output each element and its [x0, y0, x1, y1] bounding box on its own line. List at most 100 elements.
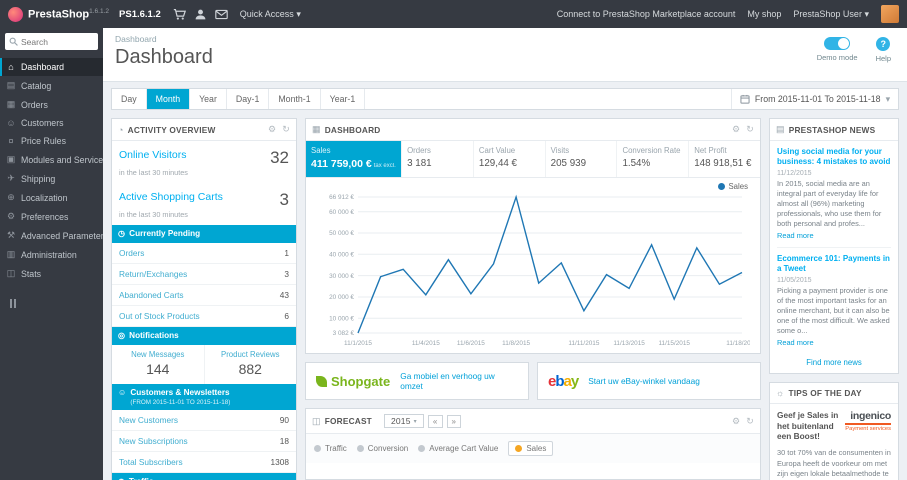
- date-tab-year[interactable]: Year: [190, 89, 227, 109]
- advanced-parameters-icon: ⚒: [6, 230, 16, 240]
- kpi-net-profit[interactable]: Net Profit 148 918,51 €: [689, 141, 760, 177]
- help-icon[interactable]: ?: [876, 37, 891, 51]
- cart-notifications-icon[interactable]: [173, 8, 186, 21]
- date-tab-month[interactable]: Month: [146, 89, 191, 109]
- online-visitors-metric[interactable]: Online Visitors 32 in the last 30 minute…: [112, 141, 296, 183]
- activity-row-new-customers[interactable]: New Customers 90: [112, 410, 296, 432]
- news-article-date: 11/05/2015: [777, 276, 812, 284]
- forecast-legend-conversion[interactable]: Conversion: [356, 444, 408, 453]
- refresh-icon[interactable]: ↻: [282, 124, 290, 135]
- activity-row-orders[interactable]: Orders 1: [112, 243, 296, 264]
- activity-row-abandoned-carts[interactable]: Abandoned Carts 43: [112, 285, 296, 306]
- sidebar-item-administration[interactable]: ▥ Administration: [0, 245, 103, 264]
- read-more-link[interactable]: Read more: [777, 231, 814, 240]
- dashboard-panel-icon: ▦: [312, 124, 321, 134]
- quick-access-menu[interactable]: Quick Access ▾: [240, 9, 301, 20]
- home-icon: ⌂: [8, 62, 14, 72]
- activity-overview-icon: ◔: [118, 124, 124, 135]
- sidebar-item-label: Orders: [21, 99, 48, 110]
- my-shop-link[interactable]: My shop: [747, 9, 781, 19]
- sidebar-search[interactable]: [5, 33, 98, 50]
- customers-range-label: (FROM 2015-11-01 TO 2015-11-18): [130, 398, 231, 406]
- user-menu[interactable]: PrestaShop User ▾: [793, 9, 869, 20]
- active-carts-label[interactable]: Active Shopping Carts: [119, 191, 223, 203]
- kpi-sales[interactable]: Sales 411 759,00 € tax excl.: [306, 141, 403, 177]
- shopgate-link[interactable]: Ga mobiel en verhoog uw omzet: [400, 371, 518, 392]
- customer-notifications-icon[interactable]: [194, 8, 207, 21]
- refresh-icon[interactable]: ↻: [746, 416, 754, 427]
- shop-name[interactable]: PS1.6.1.2: [119, 9, 161, 20]
- demo-mode-toggle[interactable]: [824, 37, 851, 50]
- date-tab-day[interactable]: Day: [112, 89, 147, 109]
- kpi-conversion-rate[interactable]: Conversion Rate 1.54%: [617, 141, 690, 177]
- sidebar-item-orders[interactable]: ▦ Orders: [0, 95, 103, 114]
- sidebar-item-localization[interactable]: ⊕ Localization: [0, 188, 103, 207]
- gear-icon[interactable]: ⚙: [732, 124, 740, 135]
- gear-icon[interactable]: ⚙: [268, 124, 276, 135]
- date-range-picker[interactable]: From 2015-11-01 To 2015-11-18 ▾: [730, 89, 898, 109]
- legend-dot-icon: [314, 445, 321, 452]
- sidebar-item-label: Modules and Services: [21, 154, 103, 165]
- sidebar-item-advanced-parameters[interactable]: ⚒ Advanced Parameters: [0, 226, 103, 245]
- chevron-down-icon: ▾: [296, 8, 301, 19]
- date-tab-year-1[interactable]: Year-1: [321, 89, 366, 109]
- chart-legend[interactable]: Sales: [314, 180, 752, 191]
- sidebar-item-shipping[interactable]: ✈ Shipping: [0, 169, 103, 188]
- sidebar-item-modules-and-services[interactable]: ▣ Modules and Services: [0, 150, 103, 169]
- message-notifications-icon[interactable]: [215, 8, 228, 21]
- forecast-year-select[interactable]: 2015 ▾: [383, 414, 424, 428]
- activity-row-out-of-stock-products[interactable]: Out of Stock Products 6: [112, 306, 296, 327]
- user-avatar[interactable]: [881, 5, 899, 23]
- notification-new-messages[interactable]: New Messages 144: [112, 345, 204, 384]
- online-visitors-label[interactable]: Online Visitors: [119, 149, 187, 161]
- gear-icon[interactable]: ⚙: [732, 416, 740, 427]
- tips-title: TIPS OF THE DAY: [788, 387, 862, 398]
- activity-row-new-subscriptions[interactable]: New Subscriptions 18: [112, 431, 296, 453]
- forecast-legend-average-cart-value[interactable]: Average Cart Value: [418, 444, 498, 453]
- activity-row-return-exchanges[interactable]: Return/Exchanges 3: [112, 264, 296, 285]
- sidebar-item-catalog[interactable]: ▤ Catalog: [0, 76, 103, 95]
- marketplace-link[interactable]: Connect to PrestaShop Marketplace accoun…: [557, 9, 736, 19]
- sidebar-item-label: Preferences: [21, 211, 69, 222]
- date-tab-month-1[interactable]: Month-1: [269, 89, 321, 109]
- kpi-orders[interactable]: Orders 3 181: [402, 141, 474, 177]
- sidebar-item-stats[interactable]: ◫ Stats: [0, 264, 103, 283]
- collapse-sidebar-button[interactable]: [10, 299, 103, 308]
- notifications-cols: New Messages 144 Product Reviews 882: [112, 344, 297, 384]
- kpi-cart-value[interactable]: Cart Value 129,44 €: [474, 141, 546, 177]
- sidebar-item-preferences[interactable]: ⚙ Preferences: [0, 207, 103, 226]
- ebay-logo: ebay: [548, 372, 579, 390]
- kpi-visits[interactable]: Visits 205 939: [546, 141, 618, 177]
- svg-text:40 000 €: 40 000 €: [329, 252, 354, 259]
- read-more-link[interactable]: Read more: [777, 338, 814, 347]
- svg-text:11/6/2015: 11/6/2015: [457, 340, 485, 347]
- news-article-title[interactable]: Ecommerce 101: Payments in a Tweet: [777, 254, 891, 274]
- forecast-next-button[interactable]: »: [446, 414, 462, 428]
- sidebar-item-dashboard[interactable]: ⌂ Dashboard: [0, 58, 103, 76]
- notification-product-reviews[interactable]: Product Reviews 882: [203, 344, 297, 384]
- sidebar-item-customers[interactable]: ☺ Customers: [0, 114, 103, 132]
- tips-icon: ☼: [776, 387, 785, 398]
- modules-icon: ▣: [6, 154, 16, 164]
- leaf-icon: [316, 375, 327, 387]
- forecast-prev-button[interactable]: «: [427, 414, 443, 428]
- active-carts-value: 3: [279, 190, 289, 209]
- ebay-link[interactable]: Start uw eBay-winkel vandaag: [588, 376, 700, 386]
- refresh-icon[interactable]: ↻: [746, 124, 754, 135]
- active-carts-metric[interactable]: Active Shopping Carts 3 in the last 30 m…: [112, 183, 296, 225]
- sales-line-chart: 66 912 € 60 000 € 50 000 € 40 000 € 30 000 €…: [329, 194, 750, 347]
- find-more-news-link[interactable]: Find more news: [770, 354, 898, 373]
- prestashop-logo[interactable]: PrestaShop1.6.1.2: [0, 6, 119, 22]
- page-header: Dashboard Dashboard Demo mode ? Help: [103, 28, 907, 82]
- center-column: ▦ DASHBOARD ⚙ ↻ Sales 411 759,00 € tax excl…: [305, 118, 761, 480]
- sidebar: ⌂ Dashboard ▤ Catalog ▦ Orders ☺ Customers ¤ Pric…: [0, 28, 103, 480]
- news-article-title[interactable]: Using social media for your business: 4 …: [777, 147, 891, 167]
- forecast-legend-sales[interactable]: Sales: [508, 441, 554, 456]
- forecast-legend-traffic[interactable]: Traffic: [314, 444, 347, 453]
- search-input[interactable]: [21, 36, 93, 47]
- prestashop-logo-icon: [8, 6, 23, 22]
- activity-row-total-subscribers[interactable]: Total Subscribers 1308: [112, 452, 296, 474]
- sidebar-item-price-rules[interactable]: ¤ Price Rules: [0, 132, 103, 150]
- legend-dot-icon: [418, 445, 426, 452]
- date-tab-day-1[interactable]: Day-1: [227, 89, 270, 109]
